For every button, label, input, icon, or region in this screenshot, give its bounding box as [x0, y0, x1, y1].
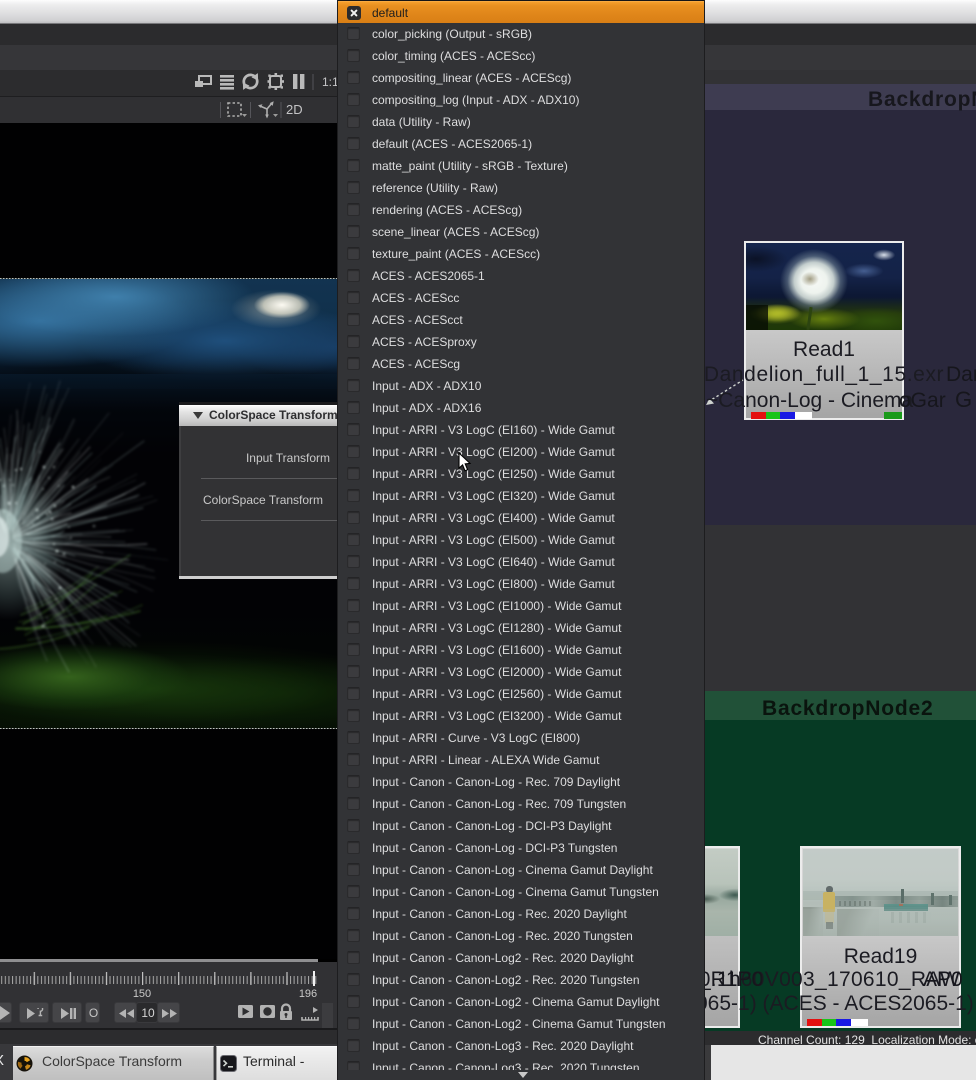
svg-text:2D: 2D	[286, 102, 303, 117]
